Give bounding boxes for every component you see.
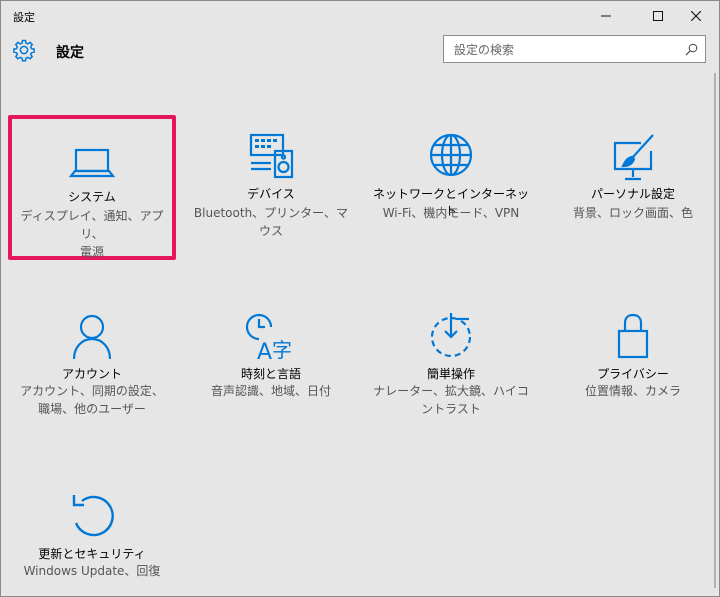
tile-description: 位置情報、カメラ <box>551 382 715 400</box>
title-bar[interactable]: 設定 <box>1 1 719 31</box>
minimize-icon <box>601 15 611 17</box>
minimize-button[interactable] <box>583 1 629 31</box>
tile-system[interactable]: システム ディスプレイ、通知、アプリ、 電源 <box>8 115 176 260</box>
tile-title: デバイス <box>247 187 295 201</box>
tile-description: 音声認識、地域、日付 <box>189 382 353 400</box>
window-title: 設定 <box>13 11 35 24</box>
tile-description: ナレーター、拡大鏡、ハイコ ントラスト <box>369 382 533 418</box>
tile-description: Wi-Fi、機内モード、VPN <box>369 204 533 222</box>
tile-title: アカウント <box>61 367 122 381</box>
tile-update-security[interactable]: 更新とセキュリティ Windows Update、回復 <box>10 479 174 589</box>
svg-text:字: 字 <box>272 338 292 361</box>
desc-line: ントラスト <box>421 402 481 416</box>
desc-line: 背景、ロック画面、色 <box>572 206 693 220</box>
search-box[interactable] <box>443 35 706 63</box>
tile-title: パーソナル設定 <box>590 187 675 201</box>
tile-description: 背景、ロック画面、色 <box>551 204 715 222</box>
search-icon[interactable] <box>685 43 698 56</box>
laptop-icon <box>68 148 116 178</box>
tile-title: システム <box>68 190 116 204</box>
tile-privacy[interactable]: プライバシー 位置情報、カメラ <box>551 299 715 441</box>
tile-title: 更新とセキュリティ <box>38 547 146 561</box>
tile-network[interactable]: ネットワークとインターネット Wi-Fi、機内モード、VPN <box>369 119 533 261</box>
tile-description: Bluetooth、プリンター、マ ウス <box>189 204 353 240</box>
desc-line: ウス <box>258 224 283 238</box>
tile-devices[interactable]: デバイス Bluetooth、プリンター、マ ウス <box>189 119 353 261</box>
gear-icon <box>13 39 35 62</box>
globe-icon <box>429 133 473 177</box>
tile-personalization[interactable]: パーソナル設定 背景、ロック画面、色 <box>551 119 715 261</box>
maximize-icon <box>653 11 663 21</box>
devices-icon <box>249 133 294 179</box>
desc-line: 音声認識、地域、日付 <box>210 384 331 398</box>
time-language-icon: A 字 <box>245 313 292 361</box>
close-icon <box>691 11 701 21</box>
ease-of-access-icon <box>430 313 472 358</box>
desc-line: ディスプレイ、通知、アプリ、 <box>20 209 164 241</box>
tile-description: アカウント、同期の設定、 職場、他のユーザー <box>10 382 174 418</box>
tile-title: 時刻と言語 <box>240 367 301 381</box>
desc-line: Wi-Fi、機内モード、VPN <box>382 206 520 220</box>
desc-line: 電源 <box>79 245 104 259</box>
tile-title: プライバシー <box>597 367 669 381</box>
desc-line: 位置情報、カメラ <box>584 384 681 398</box>
tile-ease-of-access[interactable]: 簡単操作 ナレーター、拡大鏡、ハイコ ントラスト <box>369 299 533 441</box>
tile-time-language[interactable]: A 字 時刻と言語 音声認識、地域、日付 <box>189 299 353 441</box>
svg-text:A: A <box>257 340 272 361</box>
desc-line: アカウント、同期の設定、 <box>20 384 164 398</box>
desc-line: ナレーター、拡大鏡、ハイコ <box>373 384 529 398</box>
settings-header: 設定 <box>1 35 719 69</box>
close-button[interactable] <box>673 1 719 31</box>
desc-line: Windows Update、回復 <box>23 564 161 578</box>
tile-description: Windows Update、回復 <box>10 562 174 580</box>
update-icon <box>72 495 114 537</box>
desc-line: Bluetooth、プリンター、マ <box>193 206 349 220</box>
scroll-thumb[interactable] <box>714 73 716 588</box>
person-icon <box>72 314 112 360</box>
settings-window: 設定 設定 設定の検索 システム ディスプレイ、通知、アプリ、 電源 デバイス … <box>0 0 720 597</box>
page-title: 設定 <box>56 45 84 61</box>
tile-accounts[interactable]: アカウント アカウント、同期の設定、 職場、他のユーザー <box>10 299 174 441</box>
desc-line: 職場、他のユーザー <box>38 402 146 416</box>
tile-title: 簡単操作 <box>426 367 475 381</box>
lock-icon <box>617 313 649 359</box>
search-input[interactable] <box>452 40 681 60</box>
scrollbar[interactable] <box>711 73 719 596</box>
tile-description: ディスプレイ、通知、アプリ、 電源 <box>12 207 172 261</box>
personalization-icon <box>613 134 654 181</box>
